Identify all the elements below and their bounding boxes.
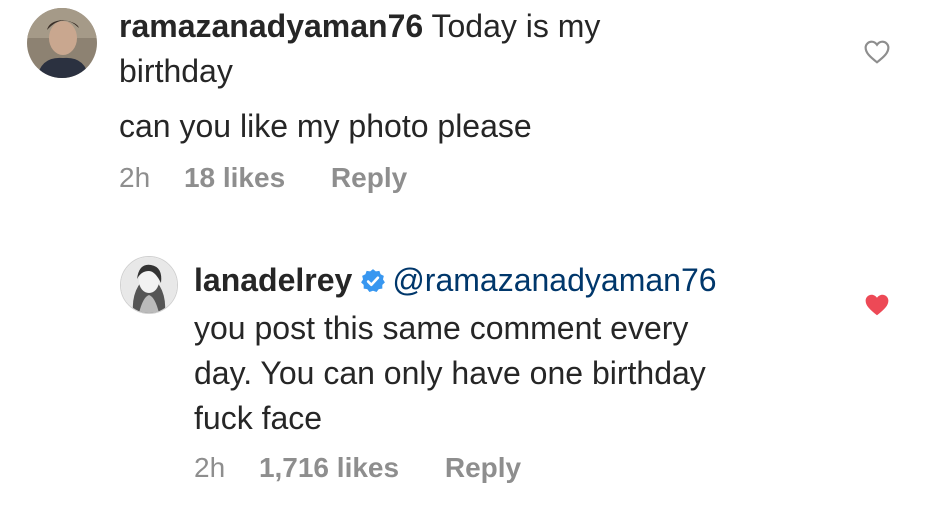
comment-text-line3: fuck face xyxy=(194,400,323,436)
comment-username[interactable]: ramazanadyaman76 xyxy=(119,8,423,44)
mention-link[interactable]: @ramazanadyaman76 xyxy=(392,262,716,298)
comment-text-line2: day. You can only have one birthday xyxy=(194,355,706,391)
avatar[interactable] xyxy=(120,256,178,314)
comment-line: ramazanadyaman76 Today is my xyxy=(119,4,819,49)
heart-filled-icon[interactable] xyxy=(864,293,890,317)
comment-text: ramazanadyaman76 Today is my birthday ca… xyxy=(119,4,819,149)
avatar[interactable] xyxy=(27,8,97,78)
comment-time: 2h xyxy=(119,162,151,193)
reply-button[interactable]: Reply xyxy=(445,452,521,484)
comment-username[interactable]: lanadelrey xyxy=(194,262,352,298)
comment-text-line1: you post this same comment every xyxy=(194,310,689,346)
reply-button[interactable]: Reply xyxy=(331,162,407,194)
comment-text: lanadelrey @ramazanadyaman76 you post thi… xyxy=(194,258,844,441)
comment-time: 2h xyxy=(194,452,226,483)
comment-meta: 2h 1,716 likes Reply xyxy=(194,452,521,484)
comment-text-line3: can you like my photo please xyxy=(119,108,532,144)
comment-2: lanadelrey @ramazanadyaman76 you post thi… xyxy=(0,245,935,525)
verified-badge-icon xyxy=(360,261,386,306)
comment-likes[interactable]: 18 likes xyxy=(184,162,285,194)
heart-outline-icon[interactable] xyxy=(864,40,890,64)
comment-meta: 2h 18 likes Reply xyxy=(119,162,407,194)
comment-1: ramazanadyaman76 Today is my birthday ca… xyxy=(0,0,935,210)
comment-text-line1: Today is my xyxy=(431,8,601,44)
comment-likes[interactable]: 1,716 likes xyxy=(259,452,399,484)
comment-line: lanadelrey @ramazanadyaman76 xyxy=(194,258,844,306)
comment-text-line2: birthday xyxy=(119,53,233,89)
